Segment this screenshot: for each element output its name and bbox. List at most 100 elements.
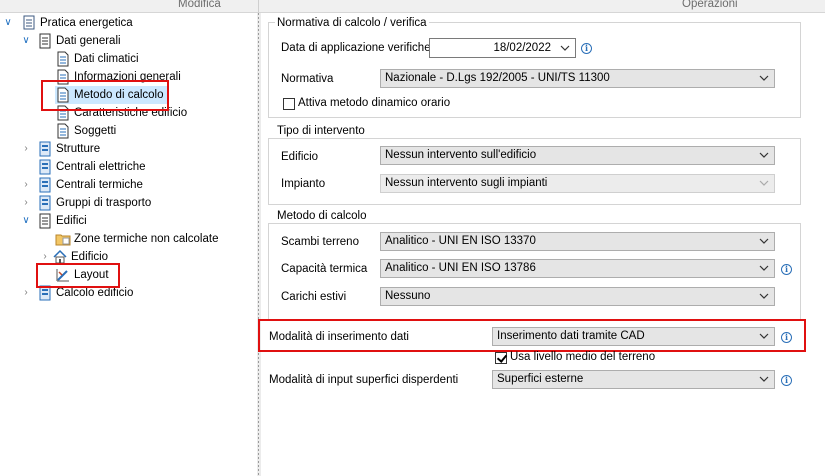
scambi-terreno-value: Analitico - UNI EN ISO 13370: [385, 235, 536, 247]
tree-item-soggetti[interactable]: Soggetti: [55, 122, 116, 140]
normativa-value: Nazionale - D.Lgs 192/2005 - UNI/TS 1130…: [385, 72, 610, 84]
edificio-value: Nessun intervento sull'edificio: [385, 149, 537, 161]
tree-item-dati-generali[interactable]: ∨ Dati generali: [21, 32, 121, 50]
tree-item-label: Centrali termiche: [56, 179, 143, 191]
capacita-termica-label: Capacità termica: [281, 263, 368, 275]
chevron-down-icon: [759, 333, 769, 339]
module-icon: [37, 285, 53, 301]
chevron-down-icon: [759, 293, 769, 299]
chevron-down-icon[interactable]: ∨: [21, 36, 31, 46]
chevron-down-icon: [759, 238, 769, 244]
chevron-right-icon[interactable]: ›: [21, 180, 31, 190]
dinamico-orario-label: Attiva metodo dinamico orario: [298, 97, 451, 109]
tree-item-label: Gruppi di trasporto: [56, 197, 152, 209]
tree-item-edificio[interactable]: › Edificio: [40, 248, 108, 266]
house-icon: [52, 249, 68, 265]
module-icon: [37, 159, 53, 175]
livello-terreno-checkbox[interactable]: [495, 352, 507, 364]
edificio-label: Edificio: [281, 151, 319, 163]
chevron-right-icon[interactable]: ›: [21, 144, 31, 154]
folder-icon: [55, 231, 71, 247]
chevron-down-icon[interactable]: ∨: [3, 18, 13, 28]
header-separator: [258, 0, 259, 12]
tree-item-label: Strutture: [56, 143, 101, 155]
livello-terreno-label: Usa livello medio del terreno: [510, 351, 656, 363]
tree-item-pratica-energetica[interactable]: ∨ Pratica energetica: [3, 14, 133, 32]
impianto-value: Nessun intervento sugli impianti: [385, 177, 548, 189]
tree-item-edifici[interactable]: ∨ Edifici: [21, 212, 87, 230]
impianto-label: Impianto: [281, 178, 326, 190]
chevron-down-icon[interactable]: ∨: [21, 216, 31, 226]
chevron-down-icon: [759, 376, 769, 382]
document-icon: [55, 123, 71, 139]
impianto-select[interactable]: Nessun intervento sugli impianti: [380, 174, 775, 193]
document-icon: [37, 33, 53, 49]
info-icon[interactable]: i: [581, 43, 592, 54]
carichi-estivi-value: Nessuno: [385, 290, 431, 302]
modalita-inserimento-select[interactable]: Inserimento dati tramite CAD: [492, 327, 775, 346]
module-icon: [37, 177, 53, 193]
normativa-group-title: Normativa di calcolo / verifica: [275, 17, 429, 29]
info-icon[interactable]: i: [781, 375, 792, 386]
tree-item-calcolo-edificio[interactable]: › Calcolo edificio: [21, 284, 133, 302]
info-icon[interactable]: i: [781, 264, 792, 275]
tree-item-label: Pratica energetica: [40, 17, 133, 29]
tree-item-layout[interactable]: Layout: [55, 266, 109, 284]
tree-item-dati-climatici[interactable]: Dati climatici: [55, 50, 139, 68]
tree-item-label: Caratteristiche edificio: [74, 107, 188, 119]
tree-item-metodo-di-calcolo[interactable]: Metodo di calcolo: [55, 86, 168, 104]
normativa-select[interactable]: Nazionale - D.Lgs 192/2005 - UNI/TS 1130…: [380, 69, 775, 88]
tree-item-label: Informazioni generali: [74, 71, 181, 83]
pratica-icon: [21, 15, 37, 31]
project-tree: ∨ Pratica energetica ∨ Dati generali Dat…: [0, 13, 258, 476]
capacita-termica-value: Analitico - UNI EN ISO 13786: [385, 262, 536, 274]
document-icon: [37, 213, 53, 229]
capacita-termica-select[interactable]: Analitico - UNI EN ISO 13786: [380, 259, 775, 278]
modifica-header: Modifica: [178, 0, 221, 10]
scambi-terreno-select[interactable]: Analitico - UNI EN ISO 13370: [380, 232, 775, 251]
properties-panel: Normativa di calcolo / verifica Data di …: [258, 13, 825, 476]
tree-item-label: Dati climatici: [74, 53, 139, 65]
info-icon[interactable]: i: [781, 332, 792, 343]
date-label: Data di applicazione verifiche: [281, 42, 431, 54]
tree-item-label: Edifici: [56, 215, 87, 227]
tree-item-caratteristiche-edificio[interactable]: Caratteristiche edificio: [55, 104, 187, 122]
tree-item-label: Calcolo edificio: [56, 287, 134, 299]
chevron-right-icon[interactable]: ›: [40, 252, 50, 262]
document-icon: [55, 51, 71, 67]
chevron-right-icon[interactable]: ›: [21, 198, 31, 208]
modalita-inserimento-value: Inserimento dati tramite CAD: [497, 330, 645, 342]
chevron-down-icon: [759, 152, 769, 158]
carichi-estivi-label: Carichi estivi: [281, 291, 347, 303]
panel-header-bar: Modifica Operazioni: [0, 0, 825, 13]
tree-item-strutture[interactable]: › Strutture: [21, 140, 100, 158]
edificio-select[interactable]: Nessun intervento sull'edificio: [380, 146, 775, 165]
carichi-estivi-select[interactable]: Nessuno: [380, 287, 775, 306]
tree-item-label: Edificio: [71, 251, 109, 263]
chevron-down-icon: [759, 265, 769, 271]
date-picker[interactable]: 18/02/2022: [429, 38, 576, 58]
modalita-input-select[interactable]: Superfici esterne: [492, 370, 775, 389]
tree-item-label: Metodo di calcolo: [74, 89, 164, 101]
layout-icon: [55, 267, 71, 283]
chevron-down-icon[interactable]: [560, 43, 570, 53]
chevron-right-icon[interactable]: ›: [21, 288, 31, 298]
document-icon: [55, 87, 71, 103]
tree-item-informazioni-generali[interactable]: Informazioni generali: [55, 68, 181, 86]
modalita-inserimento-label: Modalità di inserimento dati: [269, 331, 409, 343]
chevron-down-icon: [759, 75, 769, 81]
tree-item-gruppi-di-trasporto[interactable]: › Gruppi di trasporto: [21, 194, 151, 212]
tree-item-centrali-elettriche[interactable]: Centrali elettriche: [37, 158, 145, 176]
metodo-group-title: Metodo di calcolo: [275, 210, 369, 222]
module-icon: [37, 141, 53, 157]
tree-item-label: Soggetti: [74, 125, 117, 137]
modalita-input-label: Modalità di input superfici disperdenti: [269, 374, 459, 386]
dinamico-orario-checkbox[interactable]: [283, 98, 295, 110]
operazioni-header: Operazioni: [682, 0, 738, 10]
module-icon: [37, 195, 53, 211]
tree-item-label: Centrali elettriche: [56, 161, 146, 173]
tree-item-centrali-termiche[interactable]: › Centrali termiche: [21, 176, 143, 194]
tree-item-zone-termiche[interactable]: Zone termiche non calcolate: [55, 230, 218, 248]
document-icon: [55, 105, 71, 121]
date-value: 18/02/2022: [493, 42, 551, 54]
